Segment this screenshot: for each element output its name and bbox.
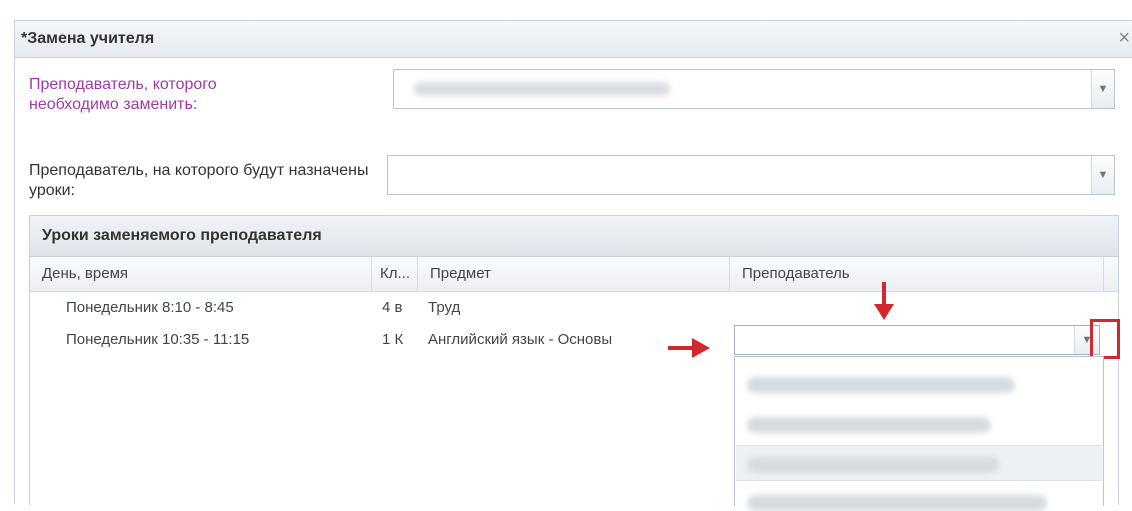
column-header-spacer	[1104, 257, 1120, 291]
lessons-panel: Уроки заменяемого преподавателя День, вр…	[29, 215, 1120, 511]
class-cell: 1 К	[382, 331, 404, 348]
teacher-dropdown-list[interactable]	[734, 356, 1104, 511]
teacher-to-replace-label: Преподаватель, которого необходимо замен…	[29, 76, 217, 113]
dialog-titlebar: *Замена учителя ×	[15, 21, 1132, 58]
blurred-teacher-name	[414, 82, 670, 96]
replacement-teacher-label: Преподаватель, на которого будут назначе…	[29, 162, 369, 199]
dropdown-option[interactable]	[747, 417, 991, 433]
dropdown-option[interactable]	[747, 377, 1015, 393]
replacement-teacher-combo[interactable]: ▼	[387, 155, 1115, 195]
teacher-to-replace-combo[interactable]: ▼	[393, 69, 1115, 109]
highlight-box	[1090, 319, 1120, 359]
day-time-cell: Понедельник 8:10 - 8:45	[66, 299, 234, 316]
table-row[interactable]: Понедельник 8:10 - 8:45 4 в Труд	[30, 293, 1118, 323]
lessons-panel-title: Уроки заменяемого преподавателя	[42, 227, 322, 244]
close-icon[interactable]: ×	[1118, 28, 1130, 48]
chevron-down-icon[interactable]: ▼	[1091, 156, 1114, 194]
subject-cell: Труд	[428, 299, 461, 316]
chevron-down-icon[interactable]: ▼	[1091, 70, 1114, 108]
dialog-title: *Замена учителя	[21, 30, 155, 47]
column-header-day-time[interactable]: День, время	[30, 257, 372, 291]
day-time-cell: Понедельник 10:35 - 11:15	[66, 331, 250, 348]
subject-cell: Английский язык - Основы	[428, 331, 613, 348]
table-row[interactable]: Понедельник 10:35 - 11:15 1 К Английский…	[30, 319, 1120, 359]
dropdown-option[interactable]	[747, 495, 1047, 511]
dropdown-option[interactable]	[747, 457, 999, 473]
class-cell: 4 в	[382, 299, 403, 316]
teacher-cell-editor[interactable]: ▼	[734, 325, 1100, 355]
column-header-teacher[interactable]: Преподаватель	[730, 257, 1104, 291]
replace-teacher-dialog: *Замена учителя × Преподаватель, которог…	[14, 20, 1132, 511]
column-header-class[interactable]: Кл...	[372, 257, 418, 291]
column-header-subject[interactable]: Предмет	[418, 257, 730, 291]
grid-header: День, время Кл... Предмет Преподаватель	[30, 257, 1118, 292]
lessons-panel-header: Уроки заменяемого преподавателя	[30, 216, 1118, 257]
